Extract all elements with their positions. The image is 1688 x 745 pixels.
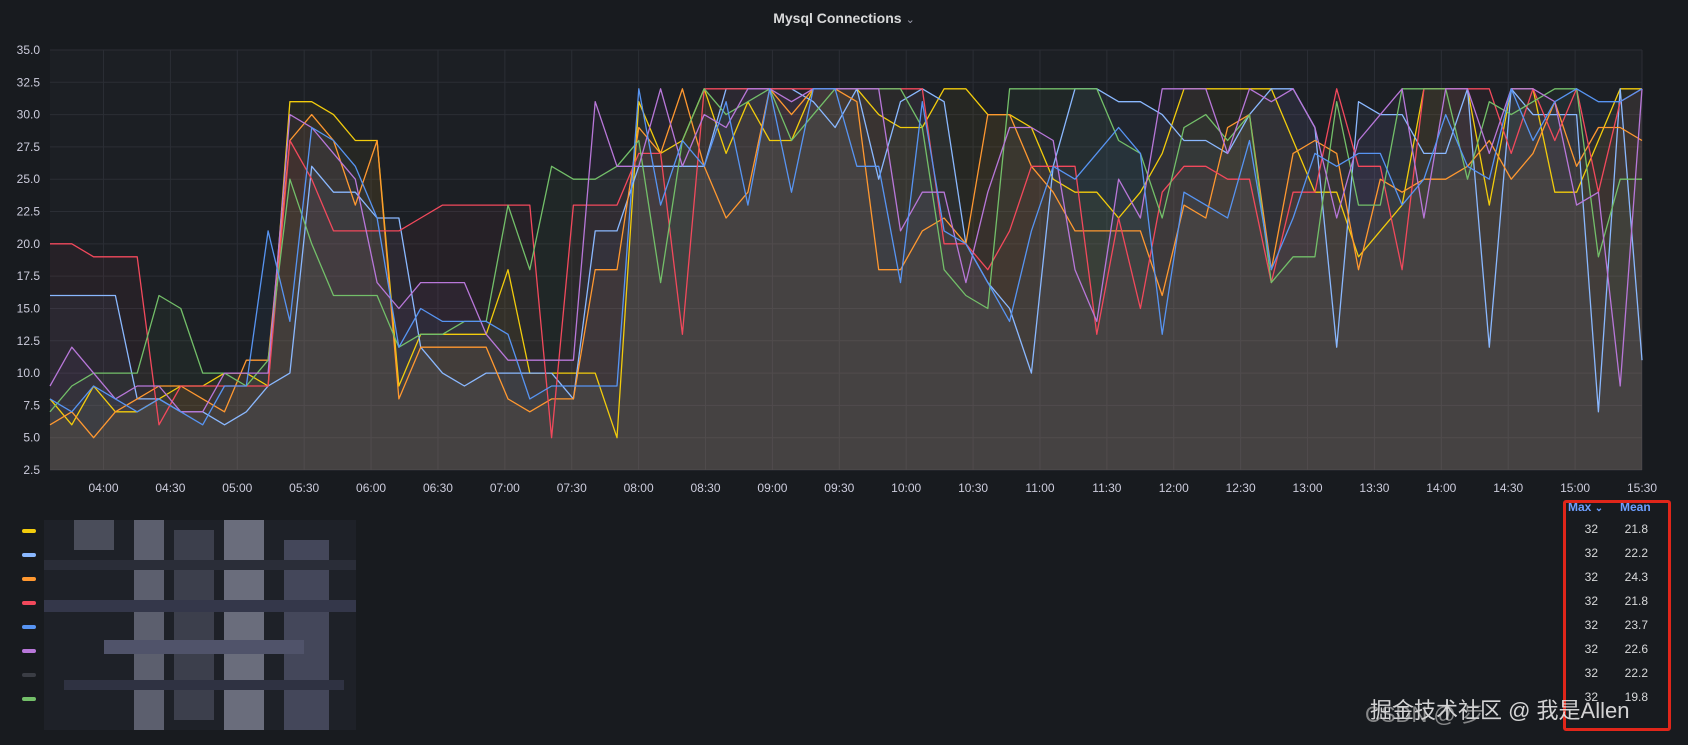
x-tick-label: 15:00 — [1560, 481, 1590, 495]
x-tick-label: 09:00 — [757, 481, 787, 495]
corner-watermark-overlay: CSDN @ 步 — [1365, 697, 1484, 729]
x-tick-label: 14:30 — [1493, 481, 1523, 495]
legend-swatch[interactable] — [22, 649, 36, 653]
x-tick-label: 05:30 — [289, 481, 319, 495]
y-tick-label: 27.5 — [17, 140, 41, 154]
legend-swatch[interactable] — [22, 697, 36, 701]
obscured-legend-names — [44, 520, 356, 730]
y-tick-label: 22.5 — [17, 205, 41, 219]
x-tick-label: 13:00 — [1293, 481, 1323, 495]
legend-swatch[interactable] — [22, 625, 36, 629]
y-tick-label: 15.0 — [17, 301, 41, 315]
x-tick-label: 08:30 — [691, 481, 721, 495]
x-tick-label: 12:00 — [1159, 481, 1189, 495]
x-tick-label: 06:00 — [356, 481, 386, 495]
y-tick-label: 20.0 — [17, 237, 41, 251]
legend-swatch[interactable] — [22, 529, 36, 533]
line-chart: 2.5 5.0 7.5 10.0 12.5 15.0 17.5 20.0 22.5 25.0 27.… — [17, 43, 1658, 495]
x-tick-label: 12:30 — [1226, 481, 1256, 495]
x-tick-label: 10:30 — [958, 481, 988, 495]
legend-swatch[interactable] — [22, 577, 36, 581]
x-axis-labels: 04:00 04:30 05:00 05:30 06:00 06:30 07:00 07:30… — [88, 481, 1657, 495]
x-tick-label: 09:30 — [824, 481, 854, 495]
y-tick-label: 17.5 — [17, 269, 41, 283]
legend-swatch[interactable] — [22, 601, 36, 605]
x-tick-label: 04:00 — [88, 481, 118, 495]
y-tick-label: 30.0 — [17, 108, 41, 122]
x-tick-label: 14:00 — [1426, 481, 1456, 495]
y-tick-label: 35.0 — [17, 43, 41, 57]
x-tick-label: 05:00 — [222, 481, 252, 495]
legend-swatch[interactable] — [22, 553, 36, 557]
y-axis-labels: 2.5 5.0 7.5 10.0 12.5 15.0 17.5 20.0 22.5 25.0 27.… — [17, 43, 41, 477]
corner-watermark-overlay-text: CSDN @ 步 — [1365, 702, 1484, 727]
y-tick-label: 25.0 — [17, 172, 41, 186]
x-tick-label: 11:30 — [1092, 481, 1121, 495]
x-tick-label: 04:30 — [155, 481, 185, 495]
x-tick-label: 15:30 — [1627, 481, 1657, 495]
x-tick-label: 07:00 — [490, 481, 520, 495]
y-tick-label: 32.5 — [17, 75, 41, 89]
x-tick-label: 10:00 — [891, 481, 921, 495]
x-tick-label: 13:30 — [1359, 481, 1389, 495]
y-tick-label: 10.0 — [17, 366, 41, 380]
y-tick-label: 12.5 — [17, 334, 41, 348]
x-tick-label: 11:00 — [1025, 481, 1054, 495]
y-tick-label: 7.5 — [23, 398, 40, 412]
x-tick-label: 06:30 — [423, 481, 453, 495]
y-tick-label: 5.0 — [23, 431, 40, 445]
legend-swatch[interactable] — [22, 673, 36, 677]
x-tick-label: 08:00 — [624, 481, 654, 495]
chart-panel: Mysql Connections ⌄ 2.5 5.0 7.5 10.0 12.5 15.0… — [0, 0, 1688, 745]
y-tick-label: 2.5 — [23, 463, 40, 477]
x-tick-label: 07:30 — [557, 481, 587, 495]
